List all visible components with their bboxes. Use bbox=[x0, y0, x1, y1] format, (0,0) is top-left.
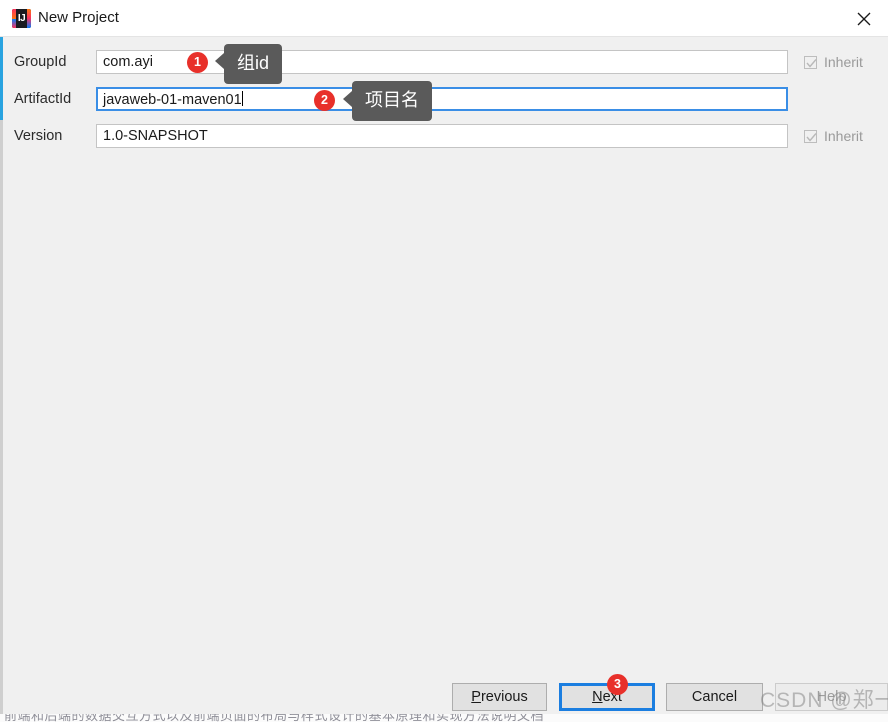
cancel-button[interactable]: Cancel bbox=[666, 683, 763, 711]
version-input[interactable]: 1.0-SNAPSHOT bbox=[96, 124, 788, 148]
close-icon[interactable] bbox=[842, 0, 888, 36]
title-bar: IJ New Project bbox=[0, 0, 888, 37]
artifactid-input[interactable]: javaweb-01-maven01 bbox=[96, 87, 788, 111]
artifactid-label: ArtifactId bbox=[14, 91, 72, 107]
page-bottom-cutoff-text: 前端和后端的数据交互方式以及前端页面的布局与样式设计的基本原理和实现方法说明文档 bbox=[4, 714, 545, 722]
previous-mnemonic: P bbox=[471, 689, 481, 705]
version-label: Version bbox=[14, 128, 63, 144]
window-title: New Project bbox=[38, 9, 119, 26]
annotation-tooltip-arrow-1 bbox=[215, 53, 224, 69]
window-left-edge-lower bbox=[0, 120, 3, 715]
version-value: 1.0-SNAPSHOT bbox=[103, 128, 208, 144]
groupid-inherit-label: Inherit bbox=[824, 54, 863, 70]
annotation-badge-1: 1 bbox=[187, 52, 208, 73]
annotation-badge-2: 2 bbox=[314, 90, 335, 111]
version-inherit-checkbox[interactable]: Inherit bbox=[804, 124, 863, 148]
page-bottom-cutoff: 前端和后端的数据交互方式以及前端页面的布局与样式设计的基本原理和实现方法说明文档 bbox=[0, 714, 888, 722]
checkmark-icon bbox=[804, 55, 817, 69]
groupid-value: com.ayi bbox=[103, 54, 153, 70]
annotation-badge-3: 3 bbox=[607, 674, 628, 695]
annotation-tooltip-arrow-2 bbox=[343, 91, 352, 107]
version-inherit-label: Inherit bbox=[824, 128, 863, 144]
csdn-watermark: CSDN @郑一笔 bbox=[760, 689, 888, 712]
artifactid-value: javaweb-01-maven01 bbox=[103, 92, 242, 108]
previous-label-rest: revious bbox=[480, 689, 528, 705]
next-mnemonic: N bbox=[592, 689, 603, 705]
previous-button[interactable]: Previous bbox=[452, 683, 547, 711]
checkmark-icon bbox=[804, 129, 817, 143]
annotation-tooltip-1: 组id bbox=[224, 44, 283, 84]
text-caret bbox=[241, 91, 243, 106]
annotation-tooltip-2: 项目名 bbox=[352, 81, 432, 121]
groupid-label: GroupId bbox=[14, 54, 67, 70]
groupid-inherit-checkbox[interactable]: Inherit bbox=[804, 50, 863, 74]
new-project-dialog: IJ New Project GroupId com.ayi Inherit A… bbox=[0, 0, 888, 722]
intellij-idea-icon: IJ bbox=[12, 9, 31, 28]
